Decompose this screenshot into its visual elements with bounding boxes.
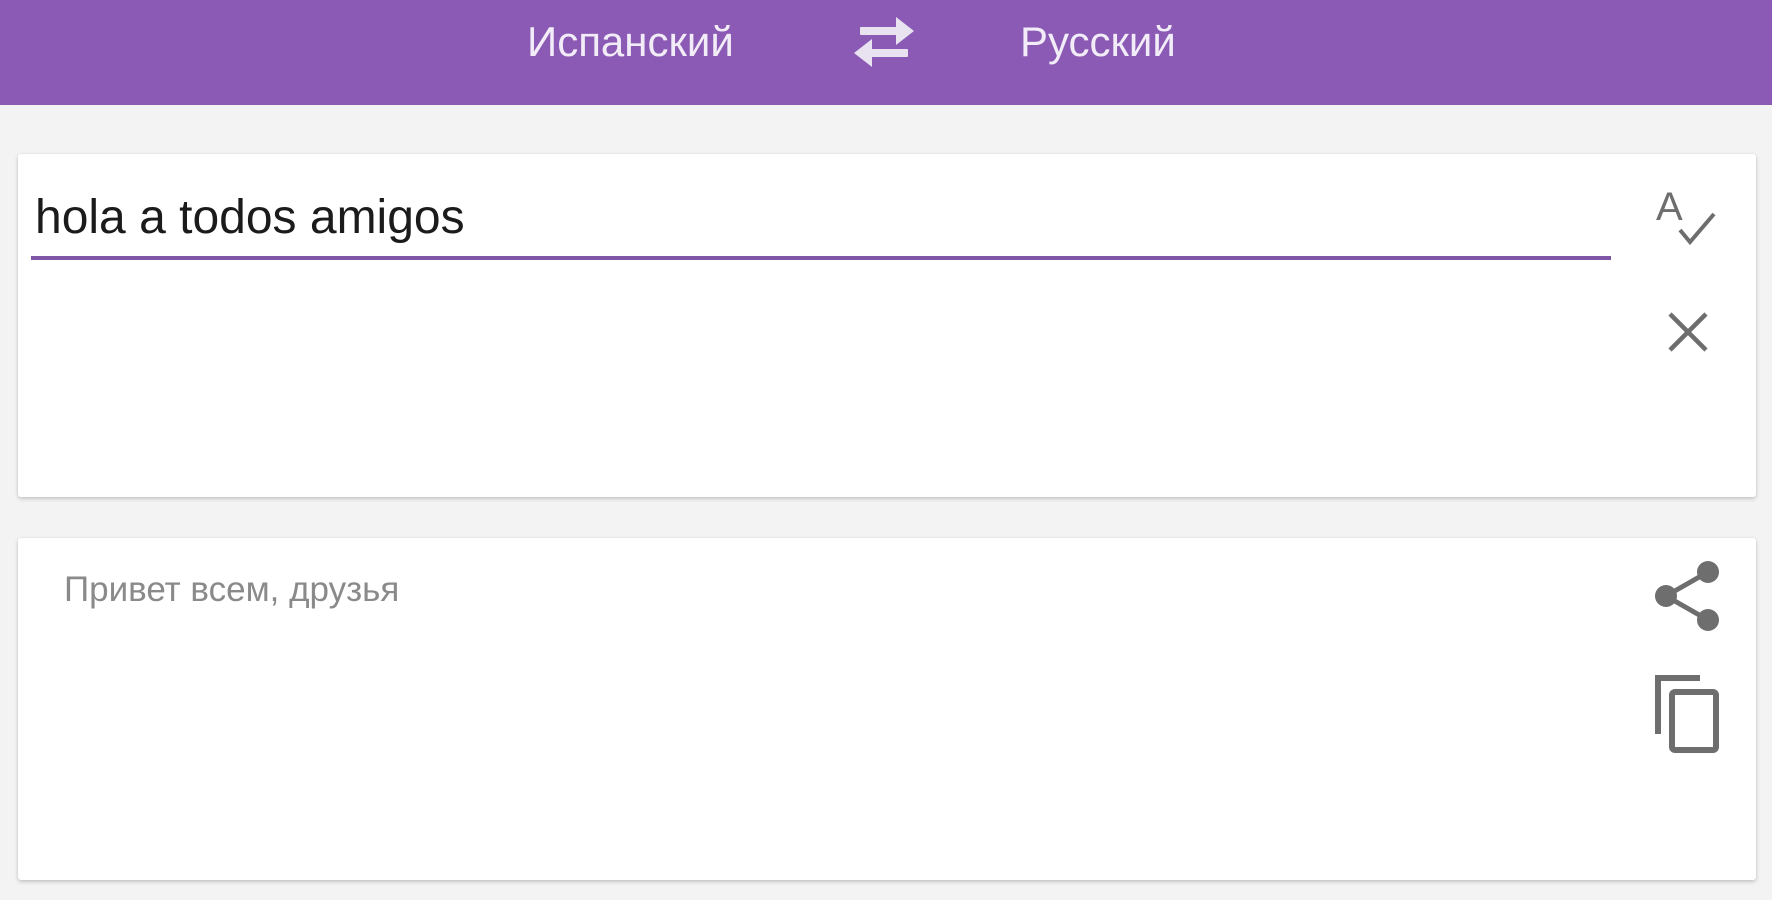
share-button[interactable] [1650,556,1726,636]
app-toolbar: Испанский Русский [0,0,1772,105]
translation-text: Привет всем, друзья [64,570,400,609]
swap-languages-button[interactable] [848,16,920,68]
input-card: A [18,154,1756,497]
copy-button[interactable] [1650,672,1726,756]
svg-text:A: A [1656,185,1683,229]
output-card: Привет всем, друзья [18,538,1756,880]
source-language-selector[interactable]: Испанский [527,0,734,84]
spellcheck-icon: A [1656,185,1716,246]
swap-arrows-icon [854,17,914,67]
close-icon [1668,312,1708,352]
spellcheck-button[interactable]: A [1654,184,1718,248]
source-text-input[interactable] [31,184,1611,260]
target-language-selector[interactable]: Русский [1020,0,1176,84]
clear-input-button[interactable] [1660,304,1716,360]
share-icon [1655,561,1719,631]
copy-icon [1655,675,1719,753]
